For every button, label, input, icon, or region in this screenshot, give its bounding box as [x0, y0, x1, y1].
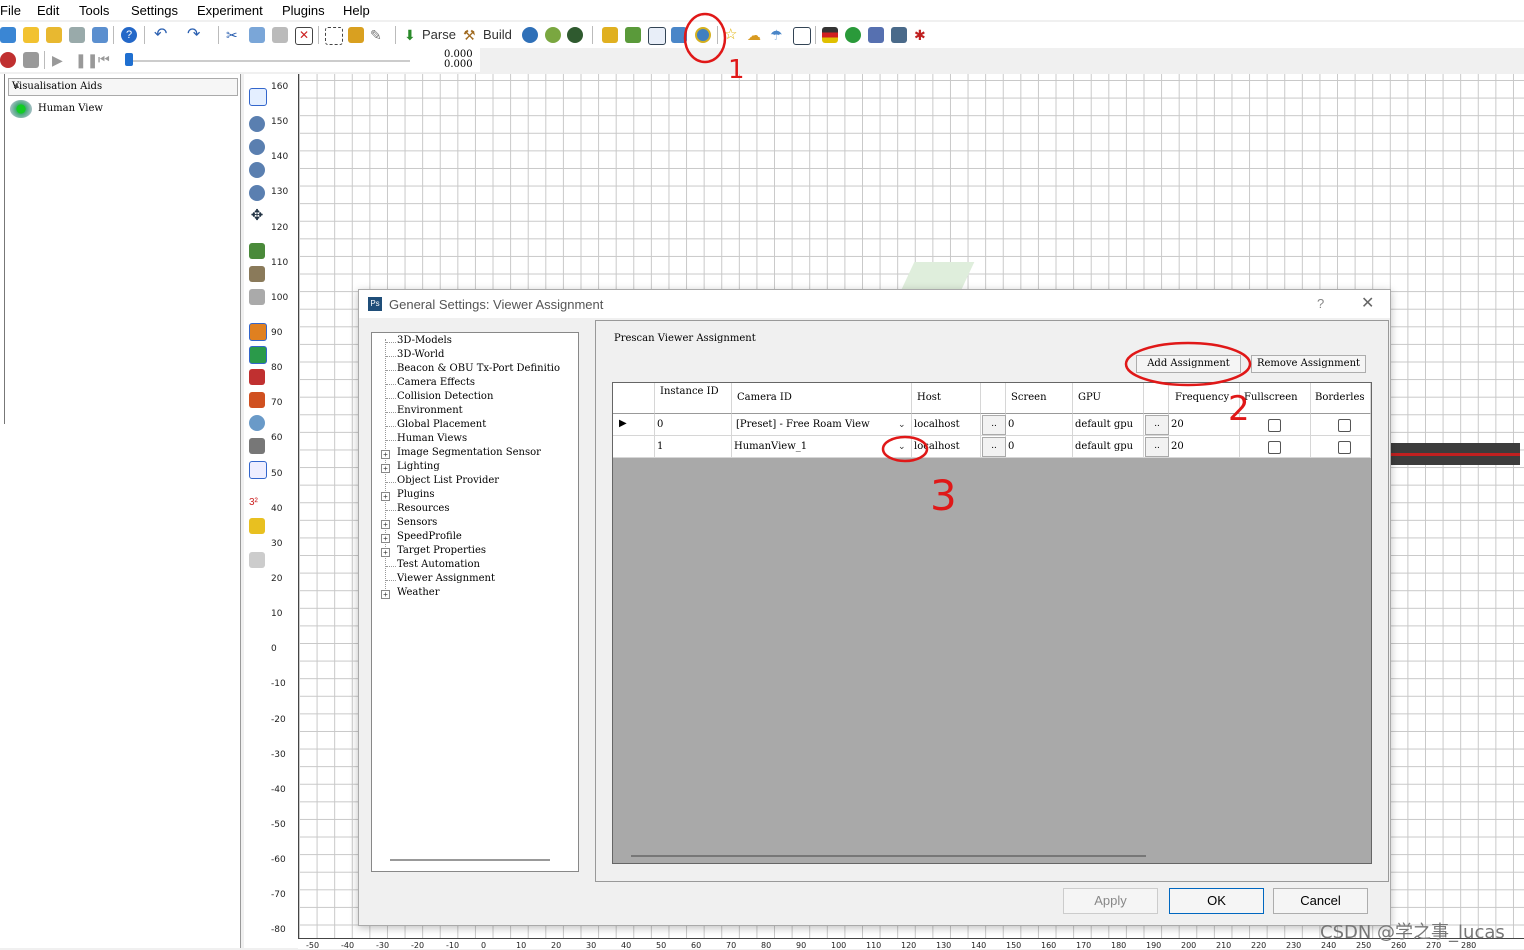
watermark: CSDN @学之事_lucas	[1320, 922, 1505, 943]
annotation-circle-2	[1124, 341, 1252, 387]
annotation-circle-1	[683, 12, 727, 64]
annotation-number-2: 2	[1228, 389, 1250, 429]
annotation-layer: 1 2 3	[683, 12, 1252, 520]
annotation-circle-3	[881, 435, 929, 463]
annotation-number-3: 3	[930, 471, 957, 520]
annotation-number-1: 1	[728, 55, 745, 85]
